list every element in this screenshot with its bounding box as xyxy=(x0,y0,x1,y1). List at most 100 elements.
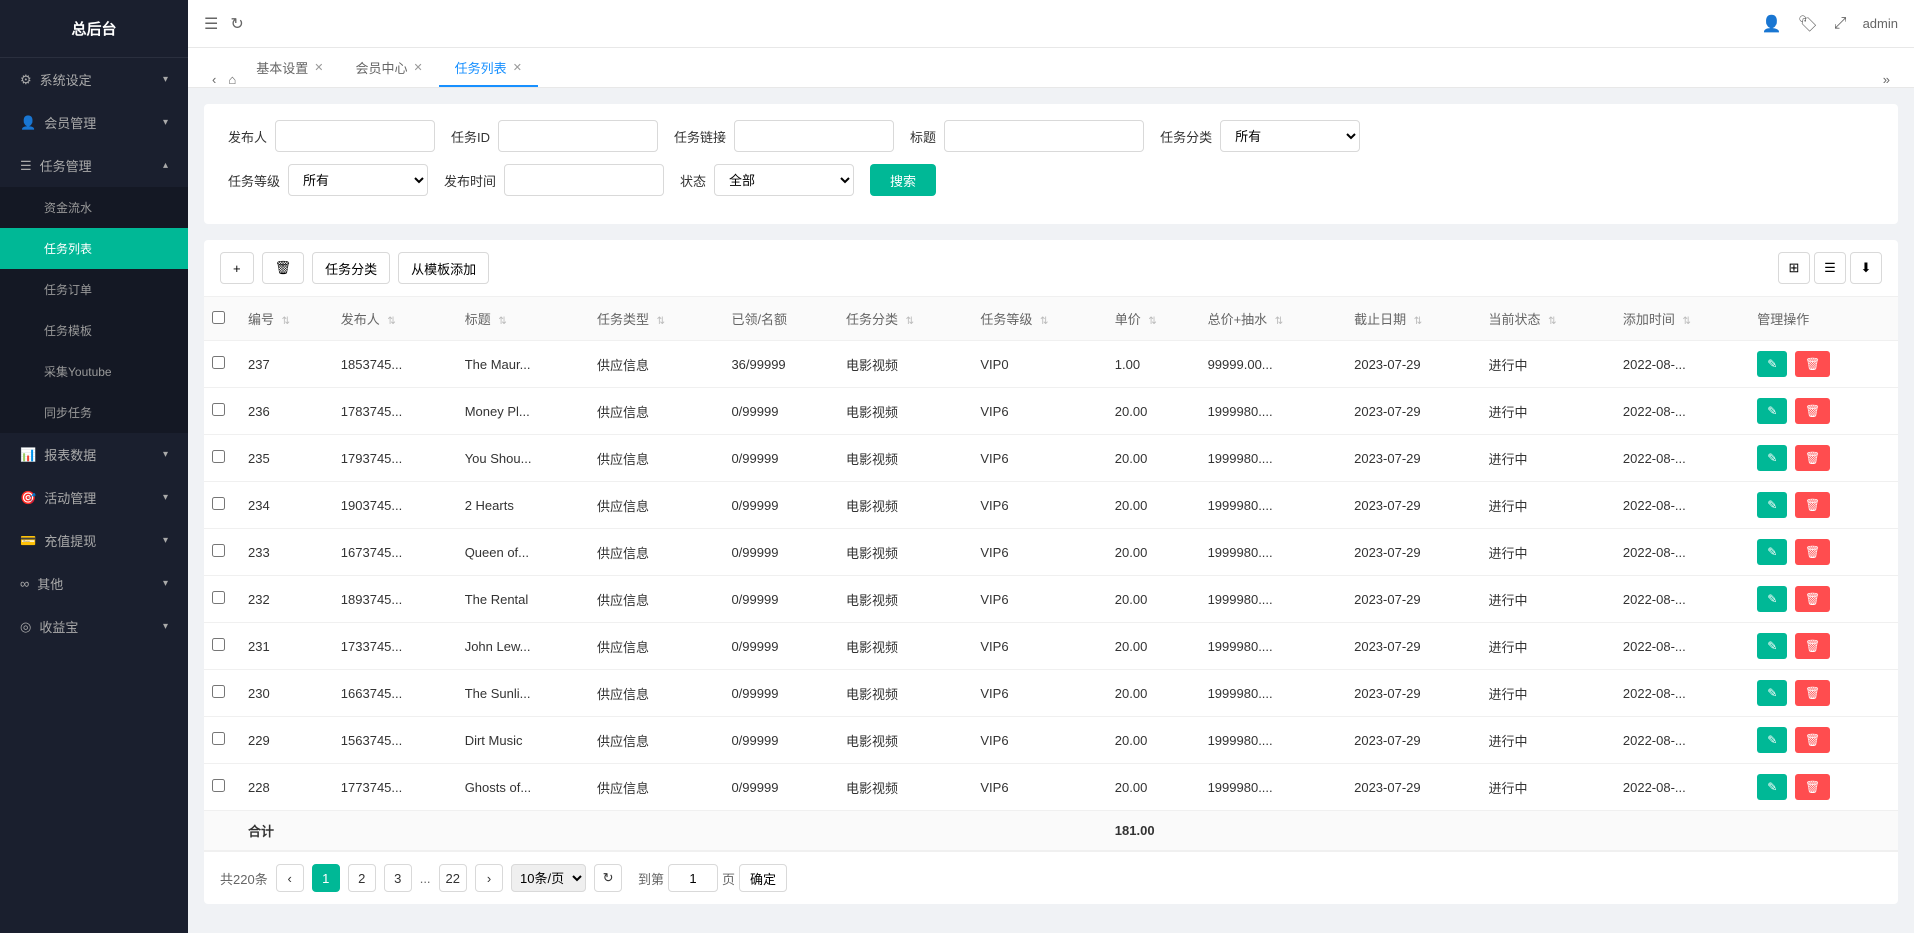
user-setting-icon[interactable]: 👤 xyxy=(1762,14,1782,34)
page-size-select[interactable]: 10条/页 20条/页 50条/页 xyxy=(511,864,586,892)
delete-row-button[interactable]: 🗑 xyxy=(1795,774,1830,800)
tasklink-input[interactable] xyxy=(734,120,894,152)
delete-row-button[interactable]: 🗑 xyxy=(1795,492,1830,518)
tab-close-tasklist[interactable]: ✕ xyxy=(513,61,522,74)
row-tasktype: 供应信息 xyxy=(589,576,723,623)
delete-row-button[interactable]: 🗑 xyxy=(1795,727,1830,753)
export-button[interactable]: ⬇ xyxy=(1850,252,1882,284)
username-display[interactable]: admin xyxy=(1863,16,1898,31)
tab-nav-home[interactable]: ⌂ xyxy=(224,72,240,87)
row-actions: ✎ 🗑 xyxy=(1749,623,1898,670)
sidebar-item-activity[interactable]: 🎯 活动管理 ▾ xyxy=(0,476,188,519)
edit-button[interactable]: ✎ xyxy=(1757,633,1787,659)
tab-close-member[interactable]: ✕ xyxy=(413,61,422,74)
table-row: 237 1853745... The Maur... 供应信息 36/99999… xyxy=(204,341,1898,388)
table-row: 232 1893745... The Rental 供应信息 0/99999 电… xyxy=(204,576,1898,623)
edit-button[interactable]: ✎ xyxy=(1757,351,1787,377)
page-ellipsis: ... xyxy=(420,871,431,886)
list-icon: ☰ xyxy=(1824,260,1836,276)
sidebar-item-member[interactable]: 👤 会员管理 ▾ xyxy=(0,101,188,144)
tab-tasklist[interactable]: 任务列表 ✕ xyxy=(439,50,538,87)
page-2-button[interactable]: 2 xyxy=(348,864,376,892)
edit-button[interactable]: ✎ xyxy=(1757,680,1787,706)
goto-confirm-button[interactable]: 确定 xyxy=(739,864,787,892)
th-total: 总价+抽水 ⇅ xyxy=(1200,297,1347,341)
sidebar-item-recharge[interactable]: 💳 充值提现 ▾ xyxy=(0,519,188,562)
delete-row-button[interactable]: 🗑 xyxy=(1795,633,1830,659)
tasklevel-select[interactable]: 所有 VIP0 VIP6 xyxy=(288,164,428,196)
total-label xyxy=(204,811,240,851)
menu-icon[interactable]: ☰ xyxy=(204,14,218,34)
row-total: 1999980.... xyxy=(1200,482,1347,529)
edit-button[interactable]: ✎ xyxy=(1757,539,1787,565)
edit-button[interactable]: ✎ xyxy=(1757,398,1787,424)
edit-button[interactable]: ✎ xyxy=(1757,727,1787,753)
goto-input[interactable] xyxy=(668,864,718,892)
publishtime-input[interactable] xyxy=(504,164,664,196)
tab-member[interactable]: 会员中心 ✕ xyxy=(339,50,438,87)
title-input[interactable] xyxy=(944,120,1144,152)
delete-button[interactable]: 🗑 xyxy=(262,252,305,284)
tag-icon[interactable]: 🏷 xyxy=(1797,14,1817,34)
sidebar-item-label: 系统设定 xyxy=(40,70,163,89)
refresh-icon[interactable]: ↻ xyxy=(230,14,243,34)
sidebar-item-label: 收益宝 xyxy=(39,617,163,636)
sidebar-item-report[interactable]: 📊 报表数据 ▾ xyxy=(0,433,188,476)
expand-icon[interactable]: ⤢ xyxy=(1834,15,1847,33)
template-button[interactable]: 从模板添加 xyxy=(398,252,489,284)
edit-button[interactable]: ✎ xyxy=(1757,445,1787,471)
edit-button[interactable]: ✎ xyxy=(1757,586,1787,612)
tab-nav-more[interactable]: » xyxy=(1875,72,1898,87)
sidebar-item-zijin[interactable]: 资金流水 xyxy=(0,187,188,228)
publisher-input[interactable] xyxy=(275,120,435,152)
row-category: 电影视频 xyxy=(838,341,972,388)
content-area: 发布人 任务ID 任务链接 标题 任务分类 xyxy=(188,88,1914,933)
delete-row-button[interactable]: 🗑 xyxy=(1795,351,1830,377)
edit-button[interactable]: ✎ xyxy=(1757,774,1787,800)
pagination-refresh-button[interactable]: ↻ xyxy=(594,864,622,892)
select-all-checkbox[interactable] xyxy=(212,311,225,324)
page-22-button[interactable]: 22 xyxy=(439,864,467,892)
prev-page-button[interactable]: ‹ xyxy=(276,864,304,892)
page-1-button[interactable]: 1 xyxy=(312,864,340,892)
view-grid-button[interactable]: ⊞ xyxy=(1778,252,1810,284)
row-tasktype: 供应信息 xyxy=(589,341,723,388)
next-page-button[interactable]: › xyxy=(475,864,503,892)
edit-button[interactable]: ✎ xyxy=(1757,492,1787,518)
row-addtime: 2022-08-... xyxy=(1615,529,1749,576)
delete-row-button[interactable]: 🗑 xyxy=(1795,398,1830,424)
row-publisher: 1733745... xyxy=(333,623,457,670)
page-3-button[interactable]: 3 xyxy=(384,864,412,892)
add-button[interactable]: + xyxy=(220,252,254,284)
taskid-input[interactable] xyxy=(498,120,658,152)
view-list-button[interactable]: ☰ xyxy=(1814,252,1846,284)
sidebar-item-tasklist[interactable]: 任务列表 xyxy=(0,228,188,269)
table-row: 230 1663745... The Sunli... 供应信息 0/99999… xyxy=(204,670,1898,717)
sidebar-item-task[interactable]: ☰ 任务管理 ▴ xyxy=(0,144,188,187)
delete-row-button[interactable]: 🗑 xyxy=(1795,680,1830,706)
tab-basic[interactable]: 基本设置 ✕ xyxy=(240,50,339,87)
row-publisher: 1893745... xyxy=(333,576,457,623)
toolbar-left: + 🗑 任务分类 从模板添加 xyxy=(220,252,489,284)
income-icon: ◎ xyxy=(20,619,31,635)
row-actions: ✎ 🗑 xyxy=(1749,576,1898,623)
delete-row-button[interactable]: 🗑 xyxy=(1795,539,1830,565)
table-row: 231 1733745... John Lew... 供应信息 0/99999 … xyxy=(204,623,1898,670)
taskcategory-select[interactable]: 所有 电影视频 xyxy=(1220,120,1360,152)
delete-row-button[interactable]: 🗑 xyxy=(1795,586,1830,612)
tab-close-basic[interactable]: ✕ xyxy=(314,61,323,74)
row-id: 234 xyxy=(240,482,333,529)
status-select[interactable]: 全部 进行中 已结束 xyxy=(714,164,854,196)
sidebar-item-other[interactable]: ∞ 其他 ▾ xyxy=(0,562,188,605)
sidebar-item-youtube[interactable]: 采集Youtube xyxy=(0,351,188,392)
category-button[interactable]: 任务分类 xyxy=(312,252,390,284)
sidebar-item-synctask[interactable]: 同步任务 xyxy=(0,392,188,433)
table-toolbar: + 🗑 任务分类 从模板添加 ⊞ ☰ ⬇ xyxy=(204,240,1898,297)
delete-row-button[interactable]: 🗑 xyxy=(1795,445,1830,471)
sidebar-item-income[interactable]: ◎ 收益宝 ▾ xyxy=(0,605,188,648)
sidebar-item-taskorder[interactable]: 任务订单 xyxy=(0,269,188,310)
search-button[interactable]: 搜索 xyxy=(870,164,936,196)
tab-nav-back[interactable]: ‹ xyxy=(204,72,224,87)
sidebar-item-system[interactable]: ⚙ 系统设定 ▾ xyxy=(0,58,188,101)
sidebar-item-tasktemplate[interactable]: 任务模板 xyxy=(0,310,188,351)
